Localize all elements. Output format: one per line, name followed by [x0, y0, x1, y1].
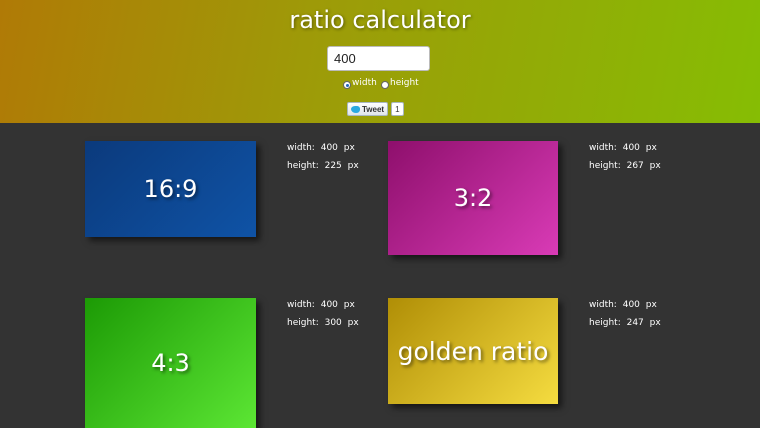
height-radio-label: height	[390, 78, 419, 88]
height-unit: px	[649, 318, 661, 328]
width-unit: px	[645, 300, 657, 310]
width-value: 400	[320, 300, 338, 310]
height-value: 247	[626, 318, 644, 328]
width-label: width:	[287, 300, 315, 310]
height-label: height:	[287, 161, 319, 171]
height-row: height: 225 px	[287, 157, 359, 175]
ratio-box-3-2: 3:2	[388, 141, 558, 255]
height-unit: px	[347, 318, 359, 328]
height-radio-dot[interactable]	[381, 81, 389, 89]
width-label: width:	[589, 300, 617, 310]
tweet-label: Tweet	[362, 104, 385, 114]
width-unit: px	[645, 143, 657, 153]
ratio-label: 4:3	[151, 349, 190, 377]
ratio-box-golden: golden ratio	[388, 298, 558, 404]
ratio-label: 16:9	[143, 175, 198, 203]
ratio-box-4-3: 4:3	[85, 298, 256, 428]
width-unit: px	[343, 300, 355, 310]
header: ratio calculator width height Tweet 1	[0, 0, 760, 123]
height-radio[interactable]: height	[381, 78, 419, 89]
width-radio[interactable]: width	[343, 78, 377, 89]
width-label: width:	[287, 143, 315, 153]
width-row: width: 400 px	[589, 139, 661, 157]
tweet-button[interactable]: Tweet	[347, 102, 389, 116]
height-label: height:	[589, 318, 621, 328]
width-value: 400	[622, 300, 640, 310]
height-row: height: 247 px	[589, 314, 661, 332]
height-row: height: 267 px	[589, 157, 661, 175]
width-radio-label: width	[352, 78, 377, 88]
width-value: 400	[622, 143, 640, 153]
twitter-bird-icon	[351, 105, 360, 113]
tweet-widget: Tweet 1	[347, 102, 404, 116]
height-unit: px	[347, 161, 359, 171]
ratio-dimensions-3-2: width: 400 px height: 267 px	[589, 139, 661, 175]
ratio-dimensions-4-3: width: 400 px height: 300 px	[287, 296, 359, 332]
height-unit: px	[649, 161, 661, 171]
ratio-label: golden ratio	[397, 336, 549, 366]
width-label: width:	[589, 143, 617, 153]
height-row: height: 300 px	[287, 314, 359, 332]
size-input[interactable]	[327, 46, 430, 71]
ratio-label: 3:2	[453, 184, 493, 212]
width-row: width: 400 px	[589, 296, 661, 314]
width-row: width: 400 px	[287, 296, 359, 314]
page-title: ratio calculator	[289, 6, 471, 34]
width-unit: px	[343, 143, 355, 153]
height-label: height:	[287, 318, 319, 328]
height-value: 267	[626, 161, 644, 171]
width-radio-dot[interactable]	[343, 81, 351, 89]
ratio-dimensions-golden: width: 400 px height: 247 px	[589, 296, 661, 332]
ratio-dimensions-16-9: width: 400 px height: 225 px	[287, 139, 359, 175]
width-value: 400	[320, 143, 338, 153]
width-row: width: 400 px	[287, 139, 359, 157]
tweet-count[interactable]: 1	[391, 102, 404, 116]
height-value: 300	[324, 318, 342, 328]
height-label: height:	[589, 161, 621, 171]
height-value: 225	[324, 161, 342, 171]
ratio-box-16-9: 16:9	[85, 141, 256, 237]
